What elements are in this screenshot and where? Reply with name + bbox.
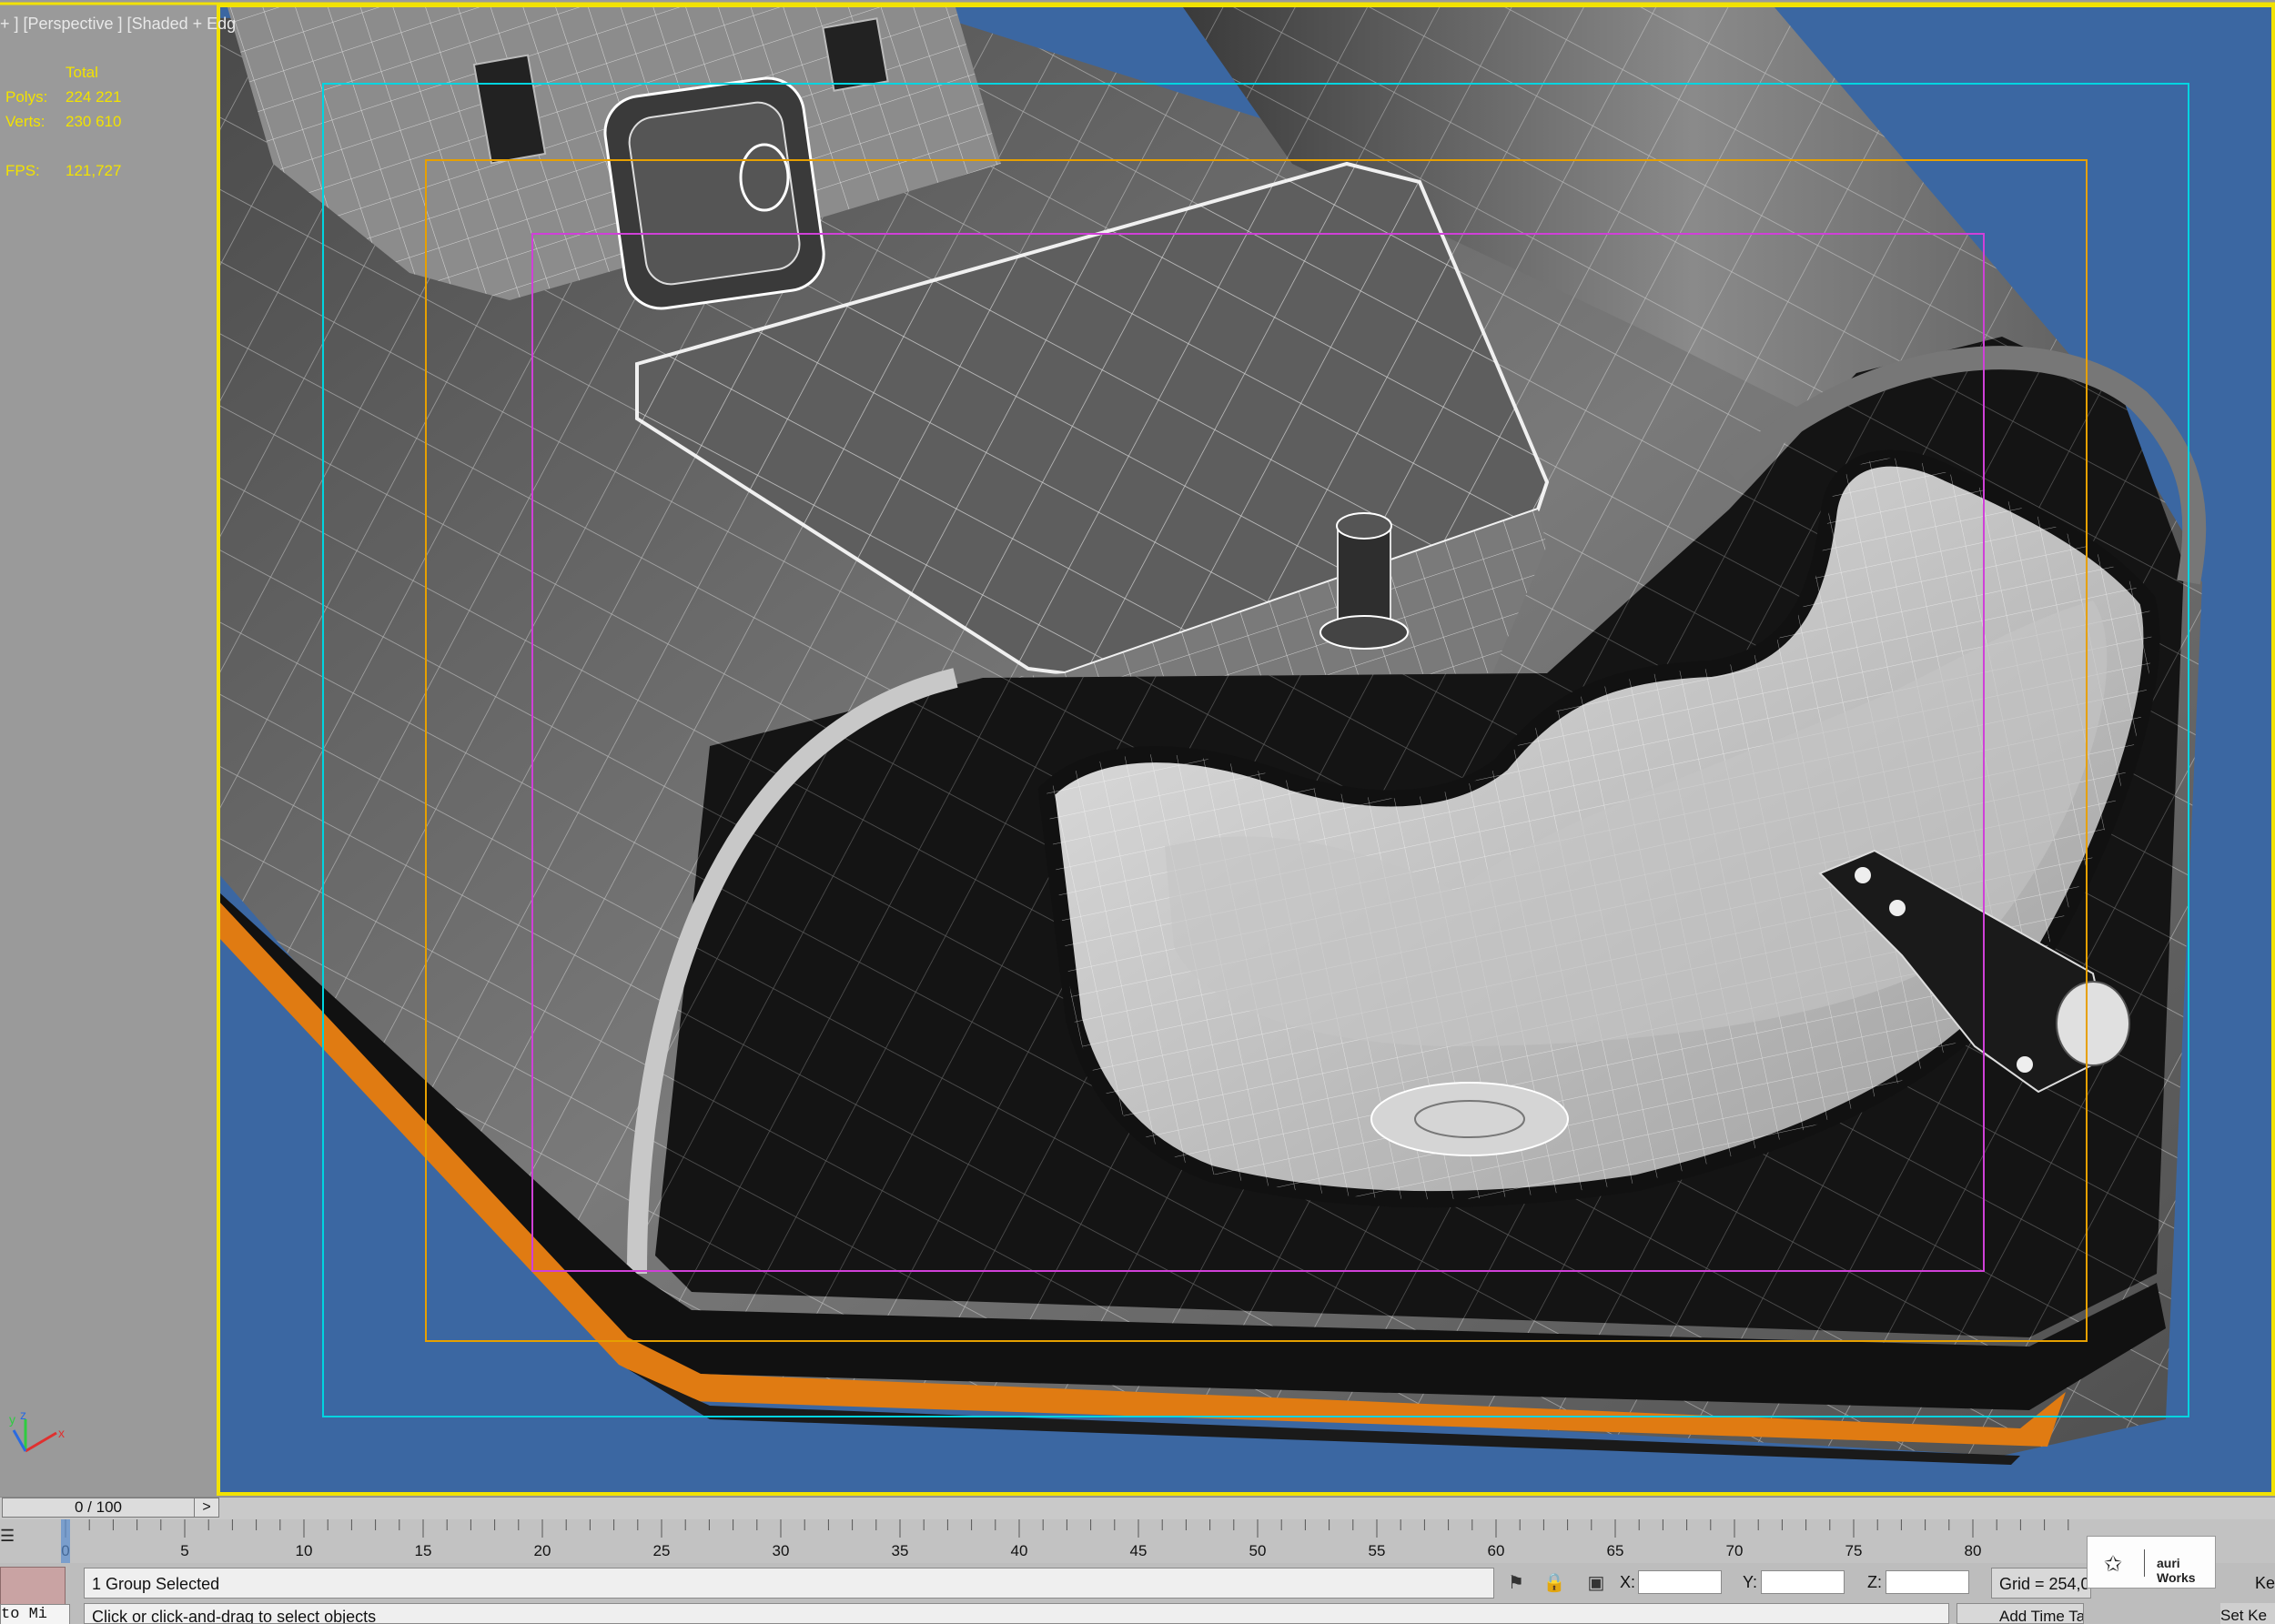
stats-header: Total xyxy=(66,64,98,81)
track-bar-toggle-icon[interactable]: ☰ xyxy=(0,1527,27,1548)
z-coordinate-field[interactable] xyxy=(1886,1570,1969,1594)
grid-size: Grid = 254,0 xyxy=(1991,1568,2091,1599)
svg-text:y: y xyxy=(9,1412,15,1427)
selection-status: 1 Group Selected xyxy=(84,1568,1494,1599)
hatch-inner xyxy=(628,101,801,286)
track-tick-label: 20 xyxy=(534,1542,551,1559)
current-frame-marker[interactable] xyxy=(61,1519,70,1563)
svg-text:x: x xyxy=(58,1426,65,1440)
maxscript-listener-pink[interactable] xyxy=(0,1567,66,1605)
logo-divider xyxy=(2144,1549,2145,1577)
track-tick-label: 65 xyxy=(1607,1542,1624,1559)
track-tick-label: 5 xyxy=(180,1542,188,1559)
y-label: Y: xyxy=(1743,1573,1758,1591)
y-coordinate-field[interactable] xyxy=(1761,1570,1845,1594)
track-tick-label: 80 xyxy=(1965,1542,1982,1559)
verts-label: Verts: xyxy=(5,113,46,130)
verts-value: 230 610 xyxy=(66,113,122,130)
perspective-viewport[interactable]: y z x xyxy=(0,0,2275,1497)
next-frame-button[interactable]: > xyxy=(194,1498,219,1518)
stats-overlay: Total Polys: 224 221 Verts: 230 610 FPS: 12… xyxy=(5,60,121,183)
bracket-bolt-1 xyxy=(1855,867,1871,883)
track-bar[interactable]: 05101520253035404550556065707580 xyxy=(0,1519,2275,1563)
track-tick-label: 60 xyxy=(1488,1542,1505,1559)
svg-text:z: z xyxy=(20,1407,26,1422)
cleat-top xyxy=(1336,512,1392,540)
logo-icon: ✩ xyxy=(2104,1552,2123,1577)
track-tick-label: 45 xyxy=(1130,1542,1148,1559)
maxscript-mini-listener[interactable]: to Mi xyxy=(0,1604,70,1624)
viewport-label-menu[interactable]: + ] [Perspective ] [Shaded + Edg xyxy=(0,15,236,34)
polys-label: Polys: xyxy=(5,88,48,106)
track-tick-label: 70 xyxy=(1726,1542,1744,1559)
selection-lock-icon[interactable]: 🔒 xyxy=(1542,1570,1567,1596)
track-tick-label: 75 xyxy=(1845,1542,1863,1559)
fps-label: FPS: xyxy=(5,162,40,179)
z-label: Z: xyxy=(1867,1573,1882,1591)
add-time-tag-button[interactable]: Add Time Tag xyxy=(1956,1603,2084,1624)
time-slider-bar xyxy=(0,1497,2275,1519)
track-tick-label: 15 xyxy=(415,1542,432,1559)
bracket-roller xyxy=(2056,981,2130,1066)
track-tick-label: 40 xyxy=(1011,1542,1028,1559)
watermark-logo: ✩ auri Works xyxy=(2087,1536,2216,1589)
track-tick-label: 50 xyxy=(1249,1542,1267,1559)
x-label: X: xyxy=(1620,1573,1636,1591)
cleat-base xyxy=(1320,615,1409,650)
track-tick-label: 35 xyxy=(892,1542,909,1559)
track-tick-label: 55 xyxy=(1369,1542,1386,1559)
bracket-bolt-2 xyxy=(1889,900,1906,916)
track-tick-label: 10 xyxy=(296,1542,313,1559)
key-filters-clipped[interactable]: Ke xyxy=(2255,1568,2275,1599)
set-key-button[interactable]: Set Ke xyxy=(2220,1603,2275,1624)
track-tick-label: 25 xyxy=(653,1542,671,1559)
prompt-line: Click or click-and-drag to select object… xyxy=(84,1603,1949,1624)
track-tick-label: 30 xyxy=(773,1542,790,1559)
logo-text: auri Works xyxy=(2157,1556,2196,1585)
isolate-selection-icon[interactable]: ⚑ xyxy=(1503,1570,1529,1596)
polys-value: 224 221 xyxy=(66,88,122,106)
fps-value: 121,727 xyxy=(66,162,122,179)
stats-panel-background xyxy=(0,0,218,1497)
speaker xyxy=(1370,1082,1569,1156)
bracket-bolt-3 xyxy=(2017,1056,2033,1073)
x-coordinate-field[interactable] xyxy=(1638,1570,1722,1594)
absolute-mode-icon[interactable]: ▣ xyxy=(1583,1570,1609,1596)
time-slider[interactable]: 0 / 100 xyxy=(2,1498,195,1518)
console-bracket-right xyxy=(822,17,889,92)
